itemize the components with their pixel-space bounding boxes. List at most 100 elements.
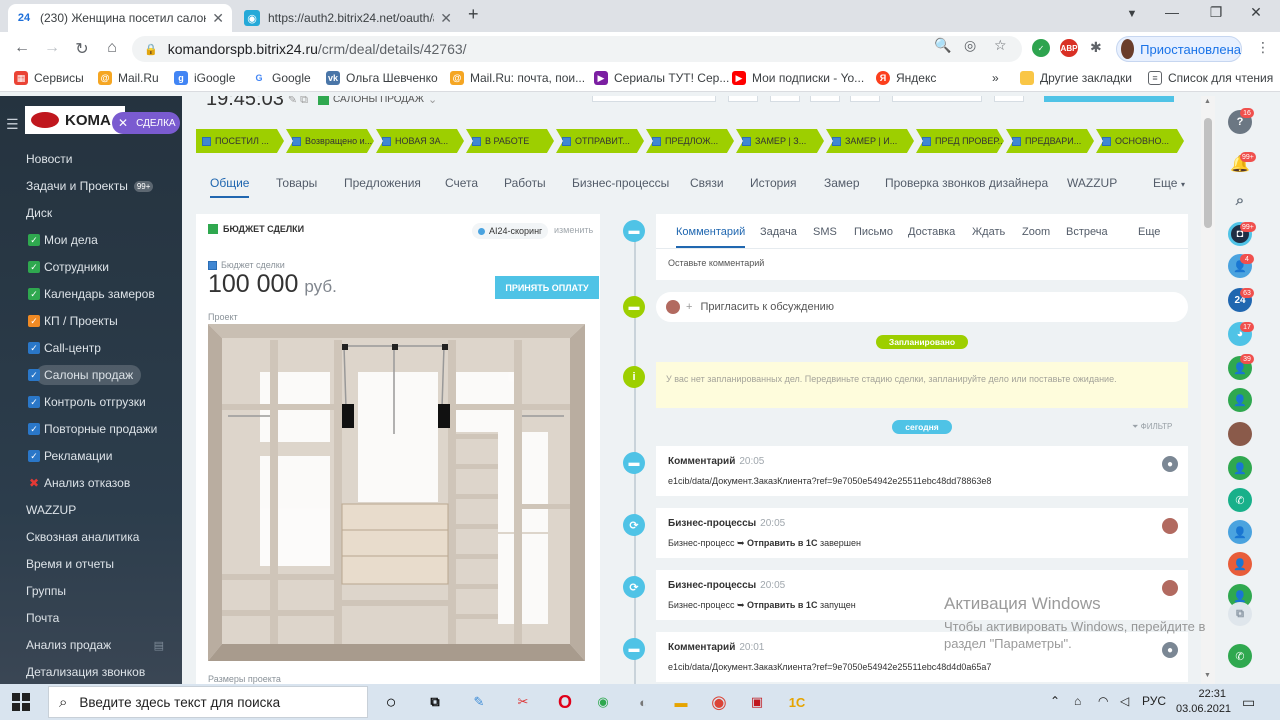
header-save-button[interactable]: [1044, 96, 1174, 102]
sidebar-item[interactable]: Диск: [0, 200, 182, 226]
reading-list[interactable]: ≡ Список для чтения: [1148, 71, 1273, 85]
editor-tab[interactable]: Ждать: [972, 226, 1005, 238]
sidebar-item[interactable]: ✓ КП / Проекты: [0, 308, 182, 334]
deal-category[interactable]: САЛОНЫ ПРОДАЖ: [333, 96, 424, 105]
zoom-icon[interactable]: 🔍: [934, 37, 951, 54]
opera-icon[interactable]: O: [552, 689, 578, 715]
bookmark-google[interactable]: G Google: [252, 71, 311, 85]
sidebar-item[interactable]: ✓ Мои дела: [0, 227, 182, 253]
settings-icon[interactable]: ▤: [154, 639, 164, 652]
user-photo-avatar[interactable]: [1228, 422, 1252, 446]
cortana-icon[interactable]: ○: [378, 689, 404, 715]
timeline-event[interactable]: Бизнес-процессы 20:05 Бизнес-процесс ➥ От…: [656, 508, 1188, 558]
sidebar-item[interactable]: Задачи и Проекты 99+: [0, 173, 182, 199]
sidebar-item[interactable]: Почта: [0, 605, 182, 631]
deal-tab[interactable]: Общие: [210, 176, 250, 198]
scroll-thumb[interactable]: [1204, 118, 1212, 228]
deal-tab[interactable]: Работы: [504, 176, 546, 190]
taskbar-search-input[interactable]: ⌕ Введите здесь текст для поиска: [48, 686, 368, 718]
back-icon[interactable]: ←: [12, 39, 32, 57]
sidebar-item[interactable]: ✓ Рекламации: [0, 443, 182, 469]
call-icon[interactable]: ✆: [1228, 644, 1252, 668]
language-indicator[interactable]: РУС: [1142, 694, 1166, 708]
sidebar-item[interactable]: ✓ Календарь замеров: [0, 281, 182, 307]
eye-off-icon[interactable]: ◎: [964, 37, 976, 54]
close-tab-icon[interactable]: ✕: [440, 10, 452, 27]
sidebar-item[interactable]: Анализ продаж ▤: [0, 632, 182, 658]
bookmark-youtube[interactable]: ▶ Мои подписки - Yo...: [732, 71, 864, 85]
close-window-icon[interactable]: ✕: [1236, 4, 1276, 21]
copy-icon[interactable]: ⧉: [1228, 602, 1252, 626]
bookmark-mailru-mail[interactable]: @ Mail.Ru: почта, пои...: [450, 71, 585, 85]
reload-icon[interactable]: ↻: [72, 39, 92, 59]
abp-extension-icon[interactable]: ABP: [1060, 39, 1078, 57]
profile-button[interactable]: Приостановлена: [1116, 36, 1242, 62]
editor-tab[interactable]: Zoom: [1022, 226, 1050, 238]
deal-tab[interactable]: Замер: [824, 176, 860, 190]
stage-step[interactable]: ЗАМЕР | З...: [736, 129, 824, 153]
stage-step[interactable]: ПРЕДЛОЖ...: [646, 129, 734, 153]
contact-icon[interactable]: 👤: [1228, 520, 1252, 544]
filter-button[interactable]: ⏷ ФИЛЬТР: [1132, 422, 1172, 434]
maximize-icon[interactable]: ❐: [1196, 4, 1236, 21]
browser-tab[interactable]: ◉ https://auth2.bitrix24.net/oauth/a ✕: [236, 4, 460, 32]
wardrobe-project-image[interactable]: [208, 324, 585, 661]
tab-search-icon[interactable]: ▼: [1112, 8, 1152, 20]
accept-payment-button[interactable]: ПРИНЯТЬ ОПЛАТУ: [495, 276, 599, 299]
bookmark-star-icon[interactable]: ☆: [994, 37, 1007, 54]
sidebar-item[interactable]: WAZZUP: [0, 497, 182, 523]
app-icon[interactable]: ◐: [630, 689, 656, 715]
komandor-app-icon[interactable]: ▣: [744, 689, 770, 715]
deal-tab[interactable]: Счета: [445, 176, 478, 190]
deal-tab[interactable]: Предложения: [344, 176, 421, 190]
timeline-event[interactable]: Комментарий 20:05 e1cib/data/Документ.Зак…: [656, 446, 1188, 496]
editor-tab[interactable]: Письмо: [854, 226, 893, 238]
browser-tab-active[interactable]: 24 (230) Женщина посетил салон С ✕: [8, 4, 232, 32]
action-center-icon[interactable]: ▭: [1242, 694, 1255, 711]
comment-input[interactable]: Оставьте комментарий: [668, 258, 764, 268]
stage-step[interactable]: Возвращено и...: [286, 129, 374, 153]
scroll-down-icon[interactable]: ▼: [1204, 672, 1211, 679]
sidebar-item[interactable]: ✖ Анализ отказов: [0, 470, 182, 496]
snipping-icon[interactable]: ✂: [510, 689, 536, 715]
bookmark-igoogle[interactable]: g iGoogle: [174, 71, 235, 85]
chrome-icon[interactable]: ◉: [706, 689, 732, 715]
menu-burger-icon[interactable]: ☰: [6, 116, 19, 133]
scroll-up-icon[interactable]: ▲: [1204, 98, 1211, 105]
stage-step[interactable]: ОТПРАВИТ...: [556, 129, 644, 153]
wifi-icon[interactable]: ◠: [1098, 694, 1108, 708]
stage-step[interactable]: НОВАЯ ЗА...: [376, 129, 464, 153]
contact-icon[interactable]: 👤: [1228, 552, 1252, 576]
adguard-extension-icon[interactable]: ✓: [1032, 39, 1050, 57]
user-avatar[interactable]: [1162, 518, 1178, 534]
deal-tab[interactable]: Бизнес-процессы: [572, 176, 669, 190]
editor-tab[interactable]: Еще: [1138, 226, 1160, 238]
bookmark-yandex[interactable]: Я Яндекс: [876, 71, 936, 85]
sidebar-item[interactable]: ✓ Call-центр: [0, 335, 182, 361]
deal-tab[interactable]: Проверка звонков дизайнера: [885, 176, 1048, 190]
chevron-down-icon[interactable]: ⌄: [428, 96, 437, 106]
deal-tab[interactable]: Товары: [276, 176, 317, 190]
bookmark-serials[interactable]: ▶ Сериалы ТУТ! Сер...: [594, 71, 729, 85]
sidebar-item[interactable]: Новости: [0, 146, 182, 172]
app-icon[interactable]: ◉: [590, 689, 616, 715]
editor-tab[interactable]: Комментарий: [676, 226, 746, 248]
sidebar-item[interactable]: ✓ Контроль отгрузки: [0, 389, 182, 415]
deal-tab[interactable]: WAZZUP: [1067, 176, 1117, 190]
editor-tab[interactable]: SMS: [813, 226, 837, 238]
volume-icon[interactable]: ◁: [1120, 694, 1129, 708]
stage-step[interactable]: ПОСЕТИЛ ...: [196, 129, 284, 153]
editor-tab[interactable]: Задача: [760, 226, 797, 238]
1c-icon[interactable]: 1С: [784, 689, 810, 715]
phone-icon[interactable]: ✆: [1228, 488, 1252, 512]
close-tab-icon[interactable]: ✕: [212, 10, 224, 27]
sidebar-item[interactable]: Сквозная аналитика: [0, 524, 182, 550]
stage-step[interactable]: В РАБОТЕ: [466, 129, 554, 153]
network-icon[interactable]: ⌂: [1074, 694, 1081, 708]
sidebar-item[interactable]: Время и отчеты: [0, 551, 182, 577]
stage-step[interactable]: ЗАМЕР | И...: [826, 129, 914, 153]
sidebar-item[interactable]: Группы: [0, 578, 182, 604]
crm-contact-icon[interactable]: 👤: [1228, 456, 1252, 480]
stage-step[interactable]: ОСНОВНО...: [1096, 129, 1184, 153]
browser-menu-icon[interactable]: ⋮: [1256, 39, 1270, 56]
